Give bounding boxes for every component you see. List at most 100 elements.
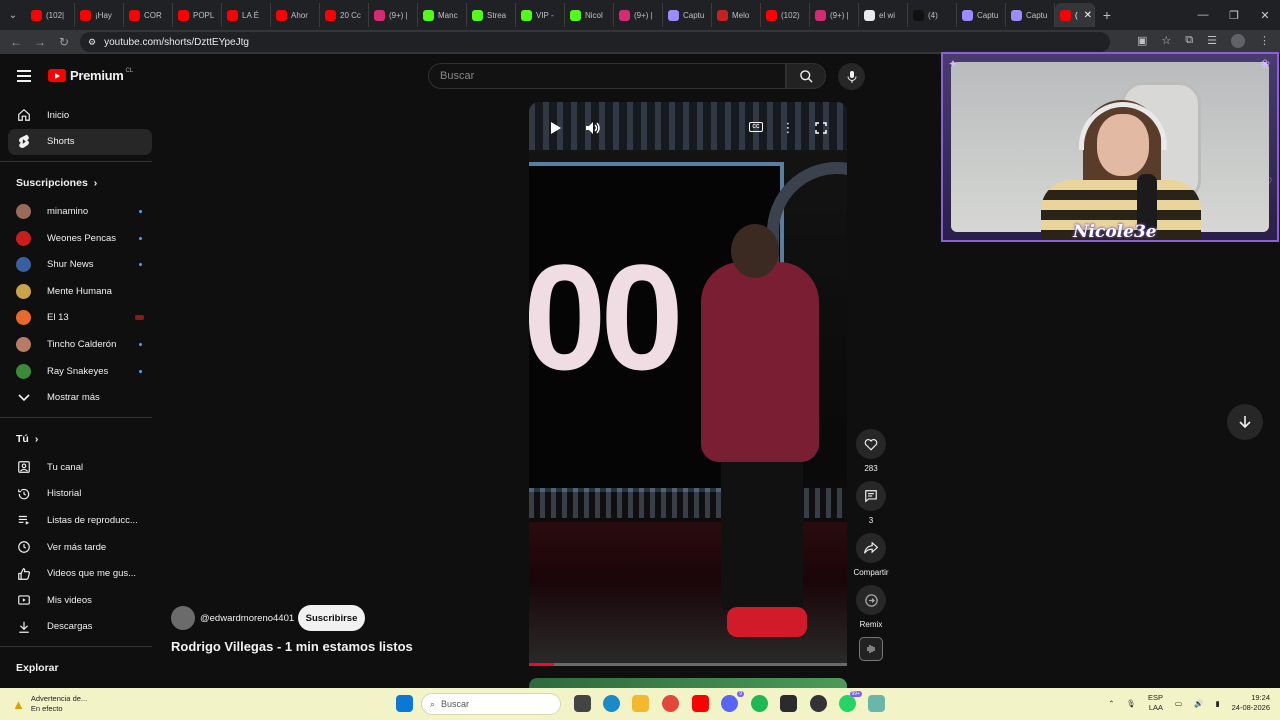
browser-tab[interactable]: Captu (1006, 3, 1055, 27)
new-tab-button[interactable]: + (1095, 7, 1119, 23)
file-explorer-icon[interactable] (632, 695, 649, 712)
site-info-icon[interactable]: ⚙ (88, 37, 96, 48)
next-video-button[interactable] (1227, 404, 1263, 440)
browser-tab[interactable]: Captu (957, 3, 1006, 27)
comment-action[interactable]: 3 (853, 481, 889, 525)
subscribe-button[interactable]: Suscribirse (298, 605, 365, 631)
chrome-icon[interactable] (662, 695, 679, 712)
browser-tab[interactable]: Nicol (565, 3, 614, 27)
show-more-button[interactable]: Mostrar más (8, 384, 152, 411)
fullscreen-button[interactable] (811, 119, 831, 137)
shorts-video-player[interactable]: 00 CC ⋮ (529, 102, 847, 666)
minimize-button[interactable]: — (1188, 0, 1218, 30)
sidebar-item-playlists[interactable]: Listas de reproducc... (8, 507, 152, 534)
sidebar-subscription-item[interactable]: Mente Humana (8, 278, 152, 305)
search-input[interactable]: Buscar (428, 63, 786, 89)
share-action[interactable]: Compartir (853, 533, 889, 577)
bookmark-star-icon[interactable]: ☆ (1161, 34, 1171, 48)
sidebar-subscription-item[interactable]: minamino (8, 198, 152, 225)
close-window-button[interactable]: ✕ (1250, 0, 1280, 30)
sidebar-item-downloads[interactable]: Descargas (8, 614, 152, 641)
sidebar-item-my-videos[interactable]: Mis videos (8, 587, 152, 614)
like-button[interactable] (856, 429, 886, 459)
subscriptions-heading[interactable]: Suscripciones › (8, 168, 152, 198)
browser-tab[interactable]: COR (124, 3, 173, 27)
sidebar-subscription-item[interactable]: Tincho Calderón (8, 331, 152, 358)
taskbar-search[interactable]: ⌕ Buscar (421, 693, 561, 715)
browser-tab[interactable]: 20 Cc (320, 3, 369, 27)
tab-search-dropdown[interactable]: ⌄ (0, 0, 26, 30)
menu-icon[interactable] (17, 70, 31, 82)
forward-button[interactable]: → (28, 30, 52, 54)
more-options-button[interactable]: ⋮ (778, 119, 798, 137)
voice-search-button[interactable] (838, 63, 865, 90)
comments-button[interactable] (856, 481, 886, 511)
browser-tab[interactable]: Captu (663, 3, 712, 27)
browser-tab[interactable]: POPL (173, 3, 222, 27)
search-button[interactable] (786, 63, 826, 89)
browser-tab[interactable]: Ahor (271, 3, 320, 27)
browser-tab[interactable]: (4) (908, 3, 957, 27)
browser-tab[interactable]: (9+) | (369, 3, 418, 27)
tab-close-icon[interactable]: ✕ (1084, 10, 1092, 21)
whatsapp-icon[interactable]: 99+ (839, 691, 862, 712)
sidebar-subscription-item[interactable]: El 13 (8, 305, 152, 332)
battery-icon[interactable]: ▮ (1215, 699, 1219, 708)
channel-avatar[interactable] (171, 606, 195, 630)
terminal-icon[interactable] (780, 695, 797, 712)
weather-warning-widget[interactable]: ▲ Advertencia de... En efecto (12, 694, 87, 714)
network-icon[interactable]: ▭ (1175, 699, 1182, 708)
start-button[interactable] (396, 695, 413, 712)
you-heading[interactable]: Tú › (8, 424, 152, 454)
sidebar-item-shorts[interactable]: Shorts (8, 128, 152, 156)
share-button[interactable] (856, 533, 886, 563)
reading-list-icon[interactable]: ☰ (1207, 34, 1217, 48)
back-button[interactable]: ← (4, 30, 28, 54)
sidebar-subscription-item[interactable]: Ray Snakeyes (8, 358, 152, 385)
browser-tab[interactable]: (102| (26, 3, 75, 27)
reload-button[interactable]: ↻ (52, 30, 76, 54)
browser-tab[interactable]: Manc (418, 3, 467, 27)
browser-tab[interactable]: ¡Hay (75, 3, 124, 27)
obs-icon[interactable] (810, 695, 827, 712)
volume-tray-icon[interactable]: 🔊 (1194, 699, 1203, 708)
channel-name[interactable]: @edwardmoreno4401 (200, 613, 294, 624)
browser-tab[interactable]: Melo (712, 3, 761, 27)
sidebar-subscription-item[interactable]: Shur News (8, 251, 152, 278)
remix-button[interactable] (856, 585, 886, 615)
task-view-icon[interactable] (574, 695, 591, 712)
sidebar-item-history[interactable]: Historial (8, 481, 152, 508)
omnibox[interactable]: ⚙ youtube.com/shorts/DzttEYpeJtg (80, 32, 1110, 52)
browser-menu-icon[interactable]: ⋮ (1259, 34, 1270, 48)
sidebar-item-watch-later[interactable]: Ver más tarde (8, 534, 152, 561)
video-progress-bar[interactable] (529, 663, 847, 666)
youtube-app-icon[interactable] (692, 695, 709, 712)
browser-tab[interactable]: (9+) | (810, 3, 859, 27)
sidebar-item-home[interactable]: Inicio (8, 102, 152, 129)
app-icon[interactable] (868, 695, 885, 712)
browser-tab[interactable]: (102) (761, 3, 810, 27)
remix-action[interactable]: Remix (853, 585, 889, 629)
browser-tab[interactable]: (9+) | (614, 3, 663, 27)
tray-overflow-icon[interactable]: ⌃ (1108, 699, 1114, 708)
volume-button[interactable] (583, 119, 603, 137)
sidebar-item-liked[interactable]: Videos que me gus... (8, 560, 152, 587)
sidebar-subscription-item[interactable]: Weones Pencas (8, 225, 152, 252)
language-indicator[interactable]: ESP LAA (1148, 693, 1163, 713)
browser-tab[interactable]: (✕ (1055, 3, 1095, 27)
browser-tab[interactable]: LA É (222, 3, 271, 27)
youtube-premium-logo[interactable]: Premium CL (48, 68, 133, 83)
captions-button[interactable]: CC (749, 122, 763, 132)
browser-tab[interactable]: Strea (467, 3, 516, 27)
sidebar-item-channel[interactable]: Tu canal (8, 454, 152, 481)
browser-tab[interactable]: VIP - (516, 3, 565, 27)
spotify-icon[interactable] (751, 695, 768, 712)
clock[interactable]: 19:24 24-08-2026 (1232, 693, 1270, 713)
sound-button[interactable] (859, 637, 883, 661)
extensions-icon[interactable]: ⧉ (1185, 34, 1193, 48)
like-action[interactable]: 283 (853, 429, 889, 473)
browser-tab[interactable]: el wi (859, 3, 908, 27)
video-title[interactable]: Rodrigo Villegas - 1 min estamos listos (171, 639, 413, 654)
microphone-tray-icon[interactable]: 🎙 (1127, 699, 1137, 708)
maximize-button[interactable]: ❐ (1219, 0, 1249, 30)
